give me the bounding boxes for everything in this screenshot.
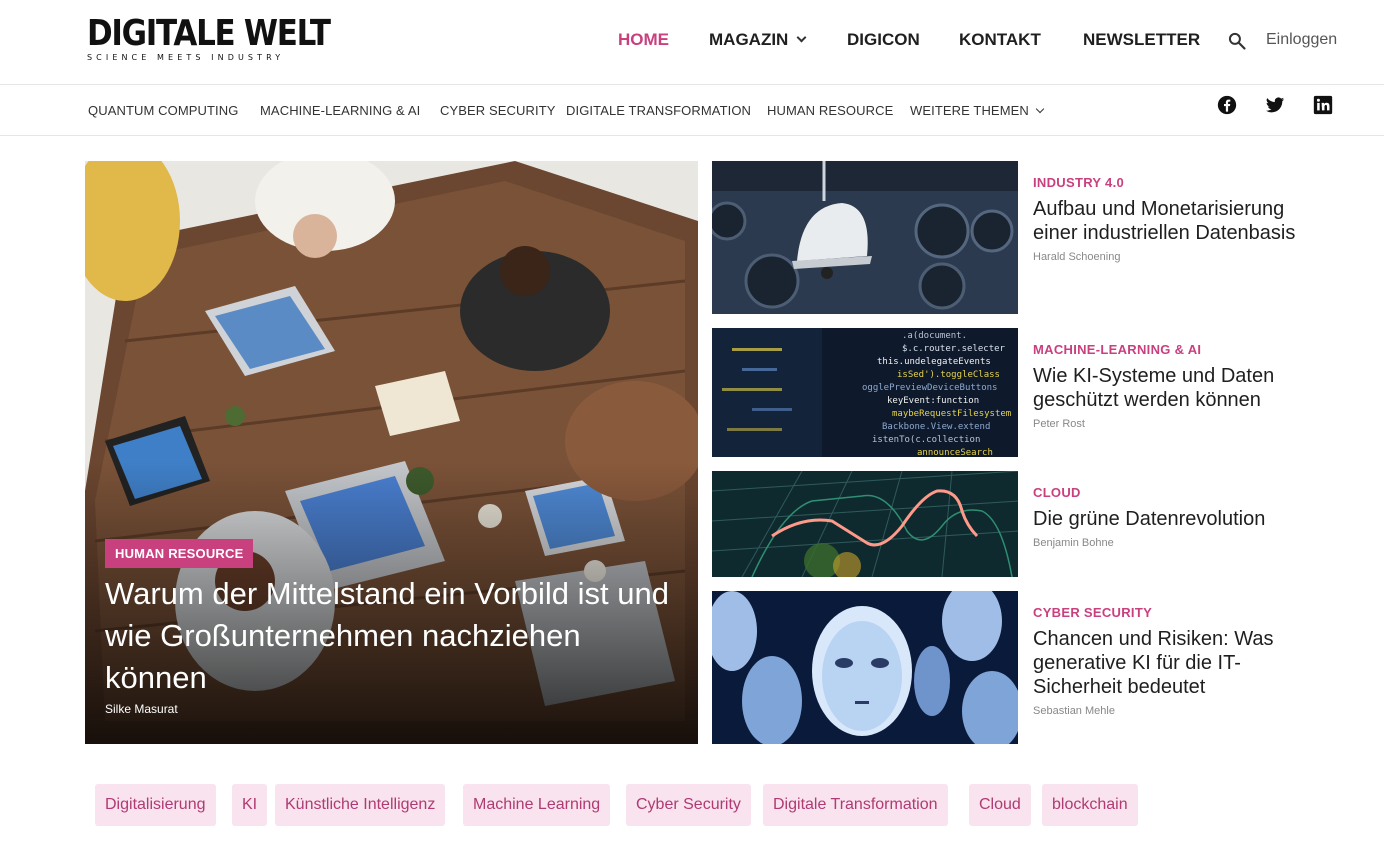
tag-machine-learning[interactable]: Machine Learning <box>463 784 611 826</box>
hero-article[interactable]: HUMAN RESOURCE Warum der Mittelstand ein… <box>85 161 698 744</box>
article-title[interactable]: Die grüne Datenrevolution <box>1033 507 1313 531</box>
tag-kuenstliche-intelligenz[interactable]: Künstliche Intelligenz <box>275 784 446 826</box>
site-header: DIGITALE WELT SCIENCE MEETS INDUSTRY HOM… <box>0 0 1384 85</box>
topic-human-resource[interactable]: HUMAN RESOURCE <box>767 103 893 118</box>
login-link[interactable]: Einloggen <box>1266 31 1337 49</box>
article-author[interactable]: Harald Schoening <box>1033 251 1313 263</box>
article-author[interactable]: Peter Rost <box>1033 418 1313 430</box>
topic-cyber-security[interactable]: CYBER SECURITY <box>440 103 556 118</box>
code-line: ogglePreviewDeviceButtons <box>862 383 997 393</box>
code-line: announceSearch <box>917 448 993 457</box>
topic-weitere-label: WEITERE THEMEN <box>910 103 1029 118</box>
article-card[interactable]: INDUSTRY 4.0 Aufbau und Monetarisierung … <box>712 161 1312 314</box>
hero-author[interactable]: Silke Masurat <box>105 702 178 716</box>
tag-ki[interactable]: KI <box>232 784 268 826</box>
tag-digitalisierung[interactable]: Digitalisierung <box>95 784 216 826</box>
logo-tagline: SCIENCE MEETS INDUSTRY <box>87 53 285 62</box>
tag-cloud[interactable]: Cloud <box>969 784 1031 826</box>
code-line: Backbone.View.extend <box>882 422 990 432</box>
search-icon[interactable] <box>1227 31 1247 51</box>
topic-machine-learning[interactable]: MACHINE-LEARNING & AI <box>260 103 420 118</box>
article-image <box>712 591 1018 744</box>
nav-newsletter[interactable]: NEWSLETTER <box>1083 30 1200 50</box>
nav-kontakt[interactable]: KONTAKT <box>959 30 1041 50</box>
article-author[interactable]: Sebastian Mehle <box>1033 705 1313 717</box>
facebook-icon[interactable] <box>1217 95 1237 115</box>
article-text: CLOUD Die grüne Datenrevolution Benjamin… <box>1033 485 1313 549</box>
nav-magazin[interactable]: MAGAZIN <box>709 30 807 50</box>
code-line: isSed').toggleClass <box>897 370 1000 380</box>
tag-digitale-transformation[interactable]: Digitale Transformation <box>763 784 948 826</box>
linkedin-icon[interactable] <box>1313 95 1333 115</box>
nav-digicon[interactable]: DIGICON <box>847 30 920 50</box>
article-category[interactable]: CLOUD <box>1033 485 1313 500</box>
code-line: .a(document. <box>902 331 967 341</box>
twitter-icon[interactable] <box>1265 95 1285 115</box>
hero-title[interactable]: Warum der Mittelstand ein Vorbild ist un… <box>105 573 685 699</box>
article-image: .a(document. $.c.router.selecter this.un… <box>712 328 1018 457</box>
article-text: INDUSTRY 4.0 Aufbau und Monetarisierung … <box>1033 175 1313 263</box>
article-category[interactable]: CYBER SECURITY <box>1033 605 1313 620</box>
article-title[interactable]: Aufbau und Monetarisierung einer industr… <box>1033 197 1313 245</box>
article-category[interactable]: INDUSTRY 4.0 <box>1033 175 1313 190</box>
nav-home[interactable]: HOME <box>618 30 669 50</box>
logo-name: DIGITALE WELT <box>87 13 331 54</box>
site-logo[interactable]: DIGITALE WELT SCIENCE MEETS INDUSTRY <box>87 13 331 66</box>
topic-digitale-transformation[interactable]: DIGITALE TRANSFORMATION <box>566 103 751 118</box>
hero-category-badge[interactable]: HUMAN RESOURCE <box>105 539 254 568</box>
tag-blockchain[interactable]: blockchain <box>1042 784 1138 826</box>
code-line: keyEvent:function <box>887 396 979 406</box>
code-line: $.c.router.selecter <box>902 344 1006 354</box>
article-author[interactable]: Benjamin Bohne <box>1033 537 1313 549</box>
topic-weitere-themen[interactable]: WEITERE THEMEN <box>910 103 1045 118</box>
article-image <box>712 161 1018 314</box>
nav-magazin-label: MAGAZIN <box>709 30 789 49</box>
chevron-down-icon <box>1035 104 1045 114</box>
article-card[interactable]: CLOUD Die grüne Datenrevolution Benjamin… <box>712 471 1312 577</box>
article-text: CYBER SECURITY Chancen und Risiken: Was … <box>1033 605 1313 717</box>
article-category[interactable]: MACHINE-LEARNING & AI <box>1033 342 1313 357</box>
chevron-down-icon <box>796 32 807 43</box>
code-line: maybeRequestFilesystem <box>892 409 1011 419</box>
article-text: MACHINE-LEARNING & AI Wie KI-Systeme und… <box>1033 342 1313 430</box>
topic-quantum-computing[interactable]: QUANTUM COMPUTING <box>88 103 238 118</box>
tag-cyber-security[interactable]: Cyber Security <box>626 784 751 826</box>
article-title[interactable]: Wie KI-Systeme und Daten geschützt werde… <box>1033 364 1313 412</box>
code-line: istenTo(c.collection <box>872 435 980 445</box>
article-image <box>712 471 1018 577</box>
article-title[interactable]: Chancen und Risiken: Was generative KI f… <box>1033 627 1313 699</box>
code-line: this.undelegateEvents <box>877 357 991 367</box>
topic-nav: QUANTUM COMPUTING MACHINE-LEARNING & AI … <box>0 86 1384 136</box>
article-card[interactable]: .a(document. $.c.router.selecter this.un… <box>712 328 1312 457</box>
article-card[interactable]: CYBER SECURITY Chancen und Risiken: Was … <box>712 591 1312 744</box>
